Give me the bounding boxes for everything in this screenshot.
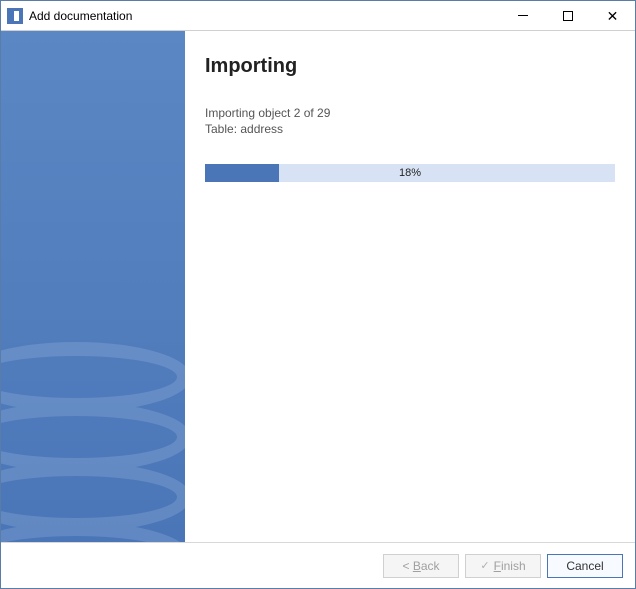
maximize-icon [563, 11, 573, 21]
window-controls: ✕ [500, 1, 635, 30]
wizard-sidebar [1, 31, 185, 542]
app-icon [7, 8, 23, 24]
content-area: Importing Importing object 2 of 29 Table… [1, 31, 635, 542]
back-button: < Back [383, 554, 459, 578]
titlebar: Add documentation ✕ [1, 1, 635, 31]
import-status-object: Importing object 2 of 29 [205, 106, 615, 120]
cancel-button-label: Cancel [566, 559, 603, 573]
check-icon: ✓ [480, 559, 489, 572]
main-panel: Importing Importing object 2 of 29 Table… [185, 31, 635, 542]
import-status-table: Table: address [205, 122, 615, 136]
database-graphic-icon [1, 292, 185, 542]
finish-button-label: Finish [494, 559, 526, 573]
wizard-footer: < Back ✓ Finish Cancel [1, 542, 635, 588]
close-icon: ✕ [607, 9, 619, 23]
progress-bar: 18% [205, 164, 615, 182]
minimize-button[interactable] [500, 1, 545, 30]
page-heading: Importing [205, 55, 615, 78]
window-title: Add documentation [29, 9, 500, 23]
cancel-button[interactable]: Cancel [547, 554, 623, 578]
progress-label: 18% [205, 164, 615, 182]
minimize-icon [518, 15, 528, 16]
finish-button: ✓ Finish [465, 554, 541, 578]
maximize-button[interactable] [545, 1, 590, 30]
close-button[interactable]: ✕ [590, 1, 635, 30]
back-button-label: < Back [402, 559, 439, 573]
